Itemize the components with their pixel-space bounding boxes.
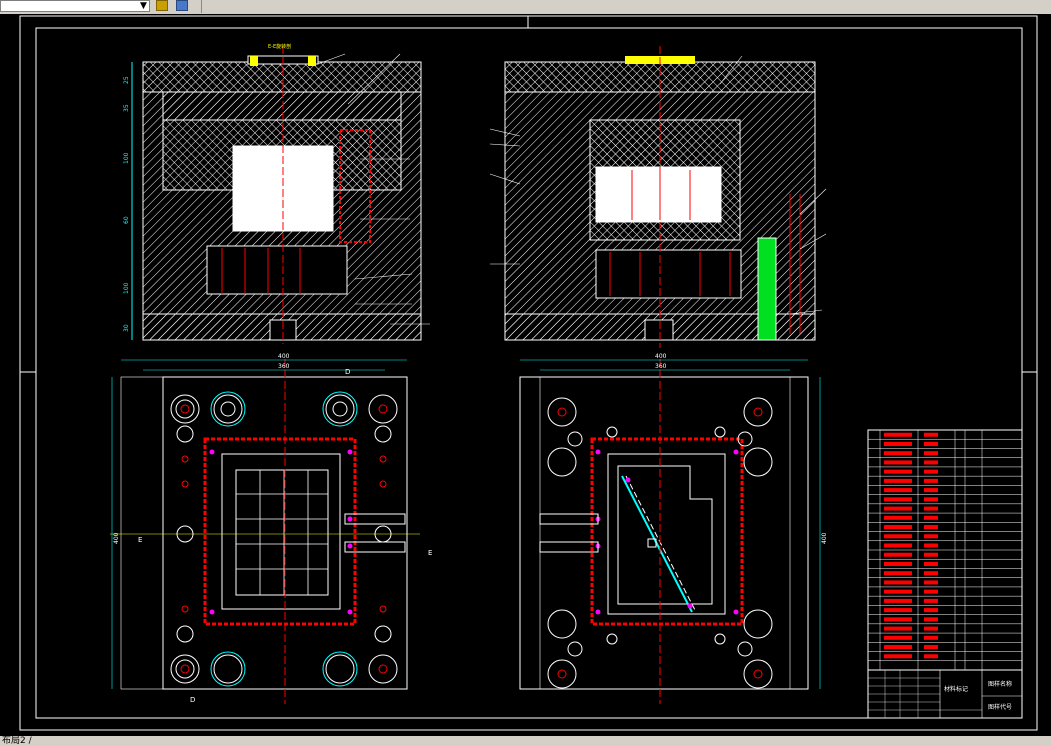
- side-section-view: [489, 46, 827, 348]
- layer-tool-icon[interactable]: [156, 0, 168, 11]
- svg-text:100: 100: [123, 152, 130, 164]
- ejector-block: [757, 237, 777, 341]
- cad-drawing: 25 35 100 60 100 30 E-E旋转剖 400 360 400 E…: [19, 15, 1038, 731]
- bom-entry-mark: [924, 635, 938, 640]
- bom-entry-mark: [924, 626, 938, 631]
- bom-entry-mark: [884, 515, 912, 520]
- bom-entry-mark: [884, 654, 912, 659]
- fixed-plan-view: 400 360 400 E E D D: [110, 353, 432, 704]
- svg-text:60: 60: [123, 216, 130, 224]
- bom-entry-mark: [924, 654, 938, 659]
- bom-entry-mark: [924, 580, 938, 585]
- front-section-view: 25 35 100 60 100 30 E-E旋转剖: [123, 43, 430, 344]
- bom-entry-mark: [884, 534, 912, 539]
- bom-entry-mark: [924, 469, 938, 474]
- bom-entry-mark: [924, 525, 938, 530]
- bom-entry-mark: [884, 543, 912, 548]
- vertical-dimensions: 25 35 100 60 100 30: [123, 76, 130, 332]
- status-bar: [0, 736, 1051, 746]
- bom-entry-mark: [924, 608, 938, 613]
- bom-entry-mark: [884, 571, 912, 576]
- dim-inner-width: 360: [278, 363, 290, 370]
- bom-entry-mark: [884, 608, 912, 613]
- bom-entry-mark: [884, 451, 912, 456]
- dim-inner-width-right: 360: [655, 363, 667, 370]
- bom-entry-mark: [924, 515, 938, 520]
- bom-entry-mark: [884, 432, 912, 437]
- bom-entry-mark: [924, 488, 938, 493]
- dim-overall-height-right: 400: [821, 532, 828, 544]
- bom-entry-mark: [924, 561, 938, 566]
- bom-entry-mark: [884, 598, 912, 603]
- svg-text:30: 30: [123, 324, 130, 332]
- bom-entry-mark: [924, 451, 938, 456]
- bom-entry-mark: [924, 571, 938, 576]
- bom-entry-mark: [924, 441, 938, 446]
- svg-text:100: 100: [123, 282, 130, 294]
- bom-entry-mark: [924, 617, 938, 622]
- dim-overall-width: 400: [278, 353, 290, 360]
- chevron-down-icon[interactable]: ▼: [140, 1, 147, 12]
- layer-stack-icon[interactable]: [176, 0, 188, 11]
- bom-entry-mark: [884, 469, 912, 474]
- layer-dropdown[interactable]: ▼: [0, 0, 150, 12]
- bom-entry-mark: [884, 488, 912, 493]
- bom-entry-mark: [884, 589, 912, 594]
- bom-entry-mark: [924, 432, 938, 437]
- bom-entry-mark: [924, 598, 938, 603]
- title-block: 材料标记 图样名称 图样代号: [867, 669, 1023, 719]
- bom-entry-mark: [884, 626, 912, 631]
- drawing-code-label: 图样代号: [988, 703, 1012, 711]
- parts-list: [867, 429, 1023, 671]
- bom-entry-mark: [924, 460, 938, 465]
- bom-entry-mark: [884, 580, 912, 585]
- bom-entry-mark: [884, 552, 912, 557]
- material-label: 材料标记: [944, 685, 968, 693]
- bom-entry-mark: [884, 635, 912, 640]
- dim-overall-height: 400: [113, 532, 120, 544]
- bom-entry-mark: [884, 525, 912, 530]
- dim-overall-width-right: 400: [655, 353, 667, 360]
- bom-entry-mark: [924, 497, 938, 502]
- svg-text:25: 25: [123, 76, 130, 84]
- section-mark-left: E: [138, 536, 142, 544]
- moving-plan-view: 400 360 400: [519, 353, 828, 704]
- bom-entry-mark: [924, 543, 938, 548]
- drawing-canvas[interactable]: 25 35 100 60 100 30 E-E旋转剖 400 360 400 E…: [0, 14, 1051, 736]
- section-label: E-E旋转剖: [268, 43, 291, 50]
- d-mark-top: D: [345, 368, 350, 376]
- bom-entry-mark: [884, 497, 912, 502]
- drawing-name-label: 图样名称: [988, 680, 1012, 688]
- tab-layout2[interactable]: 布局2 /: [2, 736, 32, 746]
- bom-entry-mark: [884, 506, 912, 511]
- d-mark-bottom: D: [190, 696, 195, 704]
- bom-entry-mark: [884, 617, 912, 622]
- toolbar-separator: [201, 0, 202, 13]
- bom-entry-mark: [924, 645, 938, 650]
- bom-entry-mark: [884, 645, 912, 650]
- bom-entry-mark: [884, 460, 912, 465]
- bom-entry-mark: [924, 506, 938, 511]
- toolbar: ▼: [0, 0, 1051, 14]
- bom-entry-mark: [924, 478, 938, 483]
- bom-entry-mark: [884, 478, 912, 483]
- bom-entry-mark: [884, 561, 912, 566]
- bom-entry-mark: [924, 534, 938, 539]
- bom-entry-mark: [884, 441, 912, 446]
- bom-entry-mark: [924, 552, 938, 557]
- section-mark-right: E: [428, 549, 432, 557]
- bom-entry-mark: [924, 589, 938, 594]
- svg-text:35: 35: [123, 104, 130, 112]
